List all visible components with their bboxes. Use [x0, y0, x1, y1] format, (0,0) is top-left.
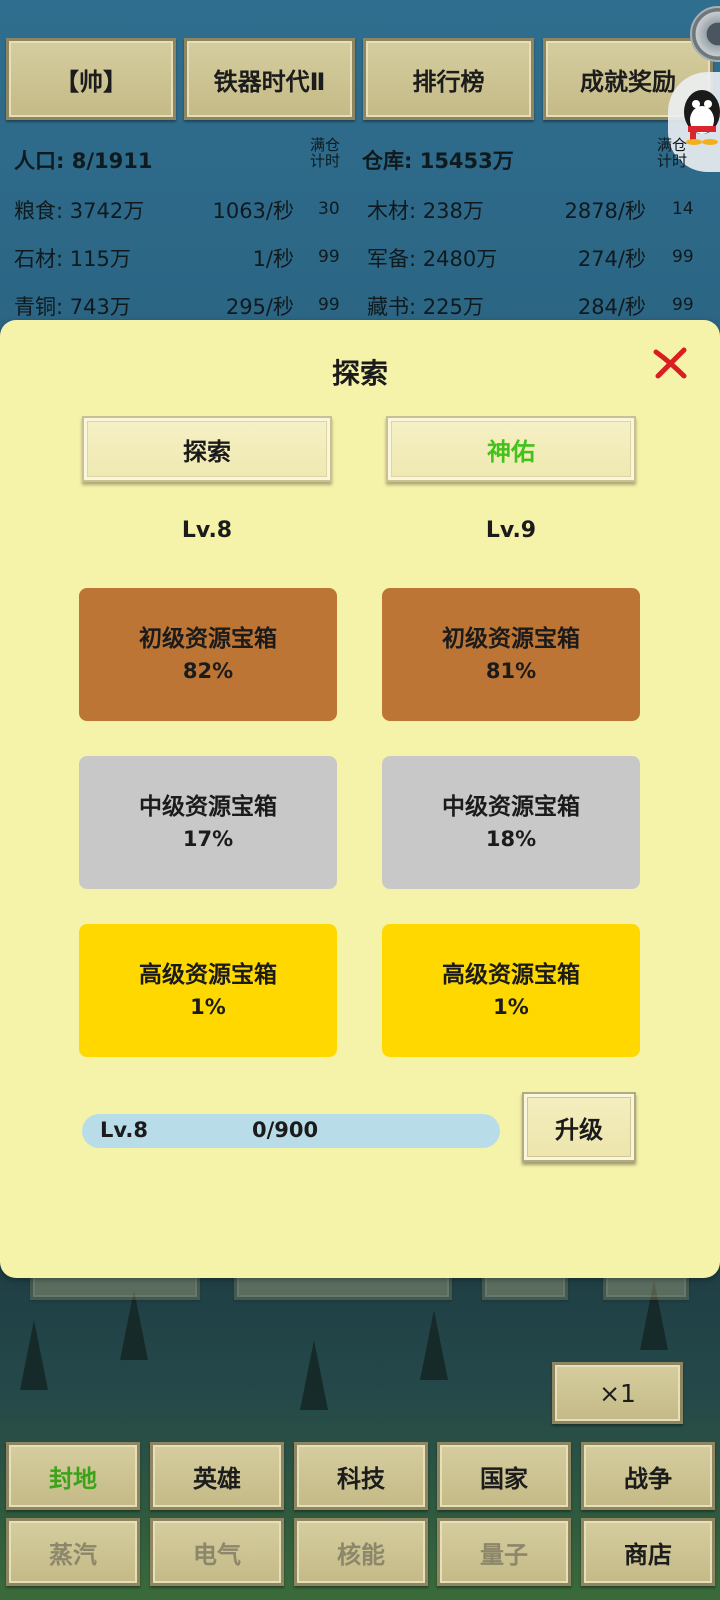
upgrade-button[interactable]: 升级 [522, 1092, 636, 1162]
tree-decoration [20, 1320, 48, 1390]
progress-text: 0/900 [252, 1118, 319, 1142]
chest-percent: 82% [182, 658, 234, 683]
resource-wood-rate: 2878/秒 [564, 199, 646, 223]
chest-high-explore: 高级资源宝箱 1% [79, 924, 337, 1057]
resource-stone: 石材: 115万 [14, 247, 131, 271]
resource-bronze: 青铜: 743万 [14, 295, 131, 319]
nav-electric-label: 电气 [193, 1540, 241, 1569]
resource-wood: 木材: 238万 [367, 199, 484, 223]
experience-progress-bar: Lv.8 0/900 [82, 1114, 500, 1148]
tree-decoration [300, 1340, 328, 1410]
resource-stone-timer: 99 [318, 247, 340, 267]
population-label: 人口: 8/1911 [14, 149, 153, 173]
resource-food-rate: 1063/秒 [212, 199, 294, 223]
tree-decoration [420, 1310, 448, 1380]
chest-basic-explore: 初级资源宝箱 82% [79, 588, 337, 721]
resource-bronze-rate: 295/秒 [225, 295, 294, 319]
speed-label: ×1 [599, 1378, 636, 1408]
resource-bronze-timer: 99 [318, 295, 340, 315]
resource-military: 军备: 2480万 [367, 247, 498, 271]
chest-name: 初级资源宝箱 [442, 624, 580, 652]
tab-leaderboard-label: 排行榜 [412, 67, 485, 96]
explore-level: Lv.8 [181, 518, 233, 543]
nav-war-label: 战争 [624, 1464, 672, 1493]
resource-books: 藏书: 225万 [367, 295, 484, 319]
tab-era-label: 铁器时代Ⅱ [213, 67, 326, 96]
nav-quantum-label: 量子 [480, 1540, 528, 1569]
chest-basic-blessing: 初级资源宝箱 81% [382, 588, 640, 721]
upgrade-label: 升级 [555, 1115, 603, 1144]
tab-achievement-label: 成就奖励 [580, 67, 676, 96]
warehouse-label: 仓库: 15453万 [362, 149, 514, 173]
nav-tech-button[interactable]: 科技 [294, 1442, 428, 1510]
close-icon[interactable] [650, 344, 690, 384]
tab-rank[interactable]: 【帅】 [6, 38, 176, 120]
chest-percent: 18% [485, 826, 537, 851]
resource-wood-timer: 14 [672, 199, 694, 219]
resource-books-timer: 99 [672, 295, 694, 315]
full-timer-header-left: 满仓 计时 [309, 136, 340, 170]
full-timer-header-right: 满仓 计时 [656, 136, 687, 170]
chest-mid-blessing: 中级资源宝箱 18% [382, 756, 640, 889]
chest-percent: 81% [485, 658, 537, 683]
nav-electric-button[interactable]: 电气 [150, 1518, 284, 1586]
resource-books-rate: 284/秒 [577, 295, 646, 319]
nav-nation-button[interactable]: 国家 [437, 1442, 571, 1510]
nav-war-button[interactable]: 战争 [581, 1442, 715, 1510]
chest-percent: 1% [493, 994, 529, 1019]
nav-fief-button[interactable]: 封地 [6, 1442, 140, 1510]
nav-nuclear-button[interactable]: 核能 [294, 1518, 428, 1586]
modal-title: 探索 [331, 357, 388, 390]
nav-steam-label: 蒸汽 [49, 1540, 97, 1569]
nav-quantum-button[interactable]: 量子 [437, 1518, 571, 1586]
tab-blessing-label: 神佑 [487, 437, 535, 466]
chest-name: 初级资源宝箱 [139, 624, 277, 652]
chest-name: 中级资源宝箱 [139, 792, 277, 820]
chest-name: 中级资源宝箱 [442, 792, 580, 820]
nav-heroes-button[interactable]: 英雄 [150, 1442, 284, 1510]
blessing-level: Lv.9 [485, 518, 537, 543]
tab-era[interactable]: 铁器时代Ⅱ [184, 38, 355, 120]
chest-mid-explore: 中级资源宝箱 17% [79, 756, 337, 889]
chest-high-blessing: 高级资源宝箱 1% [382, 924, 640, 1057]
speed-button[interactable]: ×1 [552, 1362, 683, 1424]
tree-decoration [120, 1290, 148, 1360]
nav-heroes-label: 英雄 [193, 1464, 241, 1493]
resource-stone-rate: 1/秒 [252, 247, 294, 271]
explore-modal: 探索 探索 神佑 Lv.8 Lv.9 初级资源宝箱 82% 中级资源宝箱 17%… [0, 320, 720, 1278]
tab-leaderboard[interactable]: 排行榜 [363, 38, 534, 120]
nav-shop-button[interactable]: 商店 [581, 1518, 715, 1586]
tab-blessing[interactable]: 神佑 [386, 416, 636, 482]
chest-percent: 1% [190, 994, 226, 1019]
resource-military-rate: 274/秒 [577, 247, 646, 271]
nav-nation-label: 国家 [480, 1464, 528, 1493]
nav-tech-label: 科技 [337, 1464, 385, 1493]
progress-level: Lv.8 [100, 1118, 148, 1142]
nav-steam-button[interactable]: 蒸汽 [6, 1518, 140, 1586]
tab-explore-label: 探索 [183, 437, 231, 466]
nav-fief-label: 封地 [49, 1464, 97, 1493]
resource-food: 粮食: 3742万 [14, 199, 145, 223]
tab-explore[interactable]: 探索 [82, 416, 332, 482]
chest-name: 高级资源宝箱 [442, 960, 580, 988]
chest-percent: 17% [182, 826, 234, 851]
nav-shop-label: 商店 [624, 1540, 672, 1569]
tab-rank-label: 【帅】 [55, 67, 127, 96]
resource-military-timer: 99 [672, 247, 694, 267]
chest-name: 高级资源宝箱 [139, 960, 277, 988]
resource-food-timer: 30 [318, 199, 340, 219]
nav-nuclear-label: 核能 [337, 1540, 385, 1569]
